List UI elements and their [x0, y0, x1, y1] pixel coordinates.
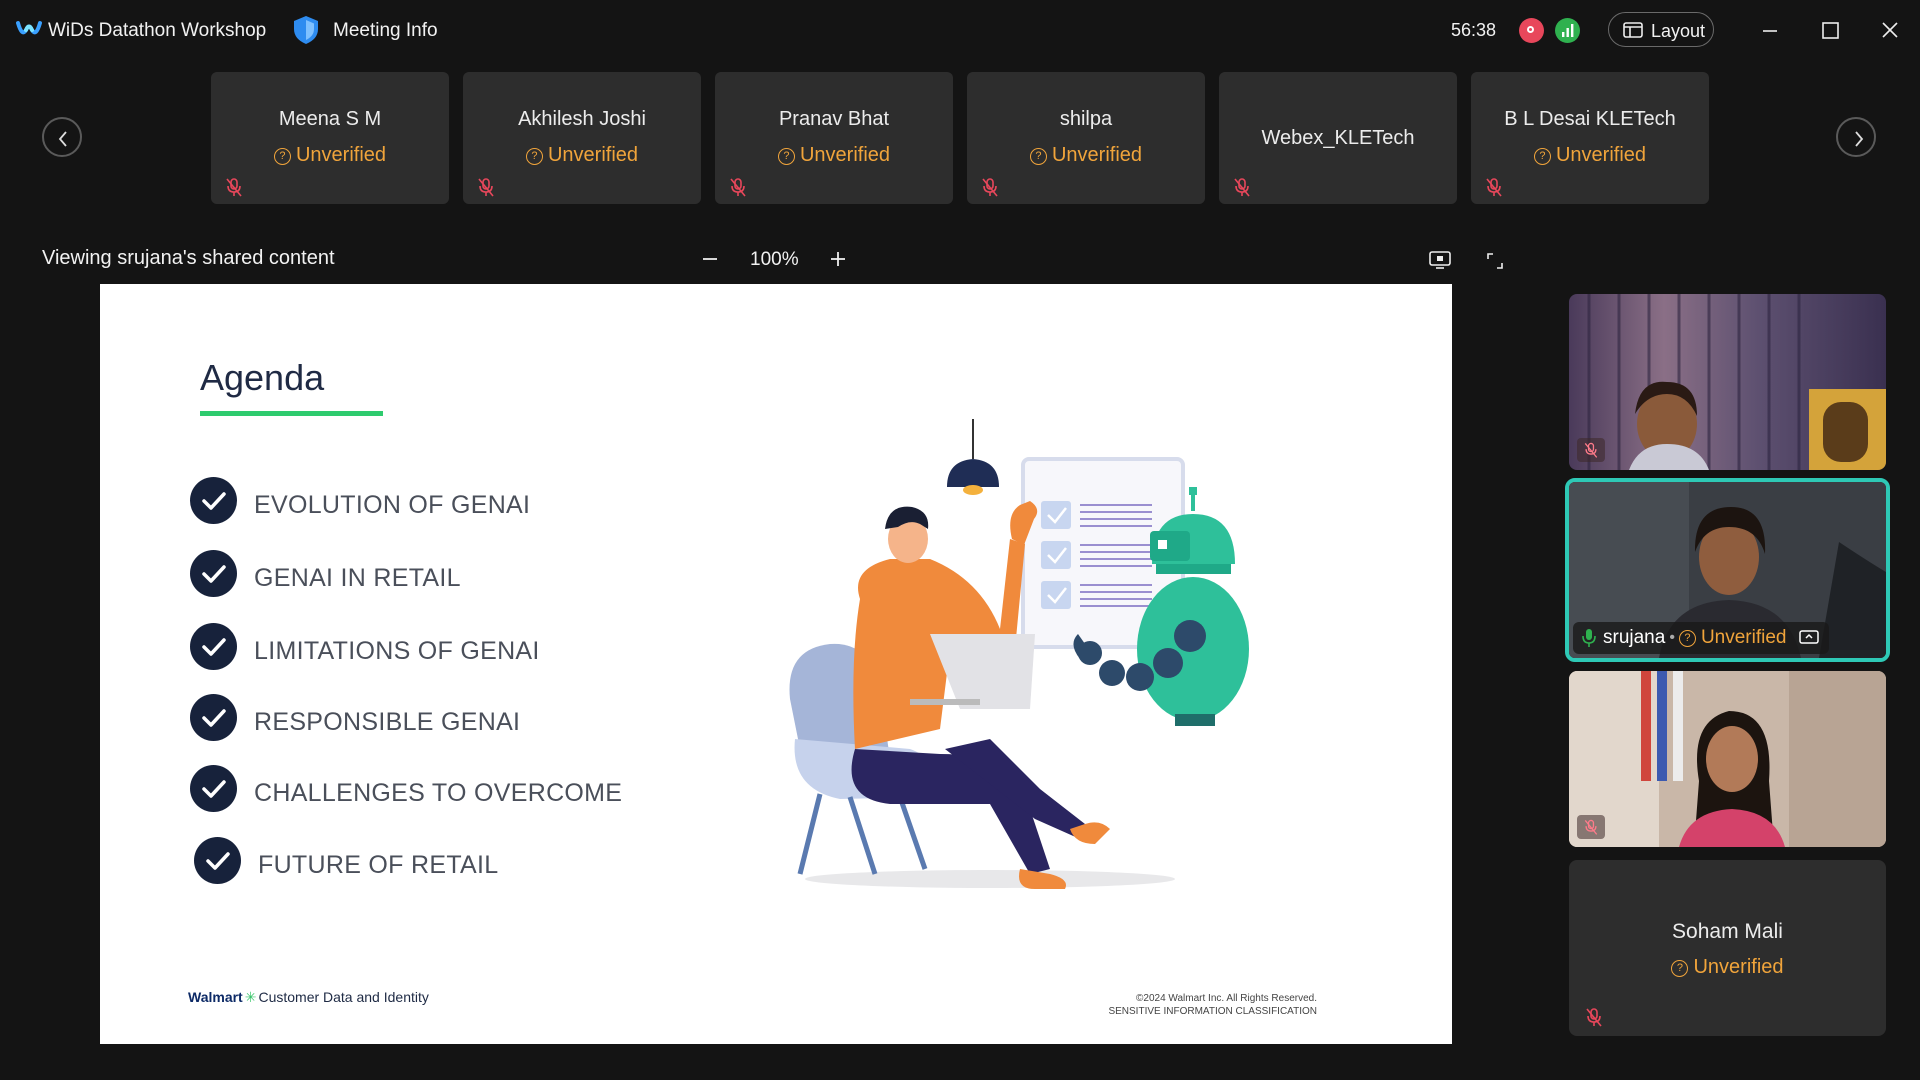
slide-copyright: ©2024 Walmart Inc. All Rights Reserved. … — [1108, 993, 1317, 1017]
agenda-item-text: GENAI IN RETAIL — [254, 564, 461, 592]
mic-muted-icon — [982, 178, 998, 197]
question-circle-icon: ? — [1671, 960, 1689, 977]
checkmark-icon — [190, 765, 237, 812]
shield-icon[interactable] — [292, 15, 320, 45]
unverified-badge: ? Unverified — [463, 144, 701, 167]
mic-muted-icon — [730, 178, 746, 197]
checkmark-icon — [194, 837, 241, 884]
meeting-timer: 56:38 — [1451, 20, 1497, 40]
agenda-item-text: EVOLUTION OF GENAI — [254, 491, 531, 519]
webex-logo-icon — [16, 21, 42, 35]
zoom-level: 100% — [750, 249, 799, 270]
participant-video[interactable] — [1569, 671, 1886, 847]
slide-title: Agenda — [200, 357, 325, 398]
participant-tile[interactable]: Soham Mali ? Unverified — [1569, 860, 1886, 1036]
fullscreen-icon[interactable] — [1484, 250, 1506, 272]
question-circle-icon: ? — [1533, 148, 1551, 165]
participant-name: Pranav Bhat — [778, 108, 890, 130]
mic-muted-icon — [1577, 815, 1605, 839]
speaker-status: Unverified — [1700, 627, 1787, 648]
participant-card[interactable]: Webex_KLETech — [1219, 72, 1457, 204]
unverified-badge: ? Unverified — [1471, 144, 1709, 167]
participant-name: Akhilesh Joshi — [518, 108, 646, 130]
participant-card[interactable]: Akhilesh Joshi ? Unverified — [463, 72, 701, 204]
participant-name: shilpa — [1059, 108, 1113, 130]
agenda-item-text: FUTURE OF RETAIL — [258, 851, 499, 879]
mic-muted-icon — [1586, 1008, 1602, 1027]
shared-content-label: Viewing srujana's shared content — [42, 247, 335, 269]
sharing-screen-icon — [1799, 630, 1819, 644]
chevron-left-icon — [58, 131, 67, 147]
unverified-badge: ? Unverified — [1569, 956, 1886, 979]
title-underline — [200, 411, 383, 416]
question-circle-icon: ? — [273, 148, 291, 165]
agenda-item-text: RESPONSIBLE GENAI — [254, 708, 521, 736]
question-circle-icon: ? — [1678, 629, 1696, 647]
mic-muted-icon — [226, 178, 242, 197]
checkmark-icon — [190, 477, 237, 524]
strip-next-button[interactable] — [1836, 117, 1876, 157]
close-icon[interactable] — [1876, 16, 1904, 44]
layout-label: Layout — [1651, 21, 1706, 41]
active-speaker-video[interactable]: srujana •? Unverified — [1565, 478, 1890, 662]
shared-slide: Agenda EVOLUTION OF GENAI GENAI IN RETAI… — [100, 284, 1452, 1044]
walmart-spark-icon: ✳ — [244, 989, 257, 1005]
unverified-badge: ? Unverified — [211, 144, 449, 167]
checkmark-icon — [190, 623, 237, 670]
strip-prev-button[interactable] — [42, 117, 82, 157]
title-bar: WiDs Datathon Workshop Meeting Info 56:3… — [0, 0, 1920, 62]
meeting-title: WiDs Datathon Workshop — [48, 20, 267, 41]
participant-name: Soham Mali — [1672, 920, 1783, 943]
person-and-robot-illustration — [789, 419, 1249, 889]
question-circle-icon: ? — [1029, 148, 1047, 165]
screen-share-options-icon[interactable] — [1428, 249, 1452, 271]
mic-muted-icon — [1486, 178, 1502, 197]
network-health-icon[interactable] — [1555, 18, 1580, 43]
question-circle-icon: ? — [777, 148, 795, 165]
checkmark-icon — [190, 694, 237, 741]
participant-name: Webex_KLETech — [1261, 127, 1415, 149]
video-feed — [1569, 294, 1886, 470]
participant-card[interactable]: shilpa ? Unverified — [967, 72, 1205, 204]
participant-name: Meena S M — [278, 108, 382, 130]
participant-card[interactable]: Meena S M ? Unverified — [211, 72, 449, 204]
recording-icon[interactable] — [1519, 18, 1544, 43]
question-circle-icon: ? — [525, 148, 543, 165]
participant-card[interactable]: B L Desai KLETech ? Unverified — [1471, 72, 1709, 204]
unverified-badge: ? Unverified — [715, 144, 953, 167]
webex-window: WiDs Datathon Workshop Meeting Info 56:3… — [0, 0, 1920, 1080]
agenda-item-text: LIMITATIONS OF GENAI — [254, 637, 540, 665]
mic-muted-icon — [1577, 438, 1605, 462]
video-feed — [1569, 671, 1886, 847]
active-speaker-name-bar: srujana •? Unverified — [1573, 622, 1829, 654]
zoom-in-icon[interactable] — [828, 249, 848, 269]
layout-icon — [1623, 22, 1643, 38]
agenda-item-text: CHALLENGES TO OVERCOME — [254, 779, 623, 807]
layout-button[interactable]: Layout — [1608, 12, 1714, 47]
chevron-right-icon — [1855, 131, 1864, 147]
zoom-out-icon[interactable] — [700, 249, 720, 269]
unverified-badge: ? Unverified — [967, 144, 1205, 167]
mic-muted-icon — [478, 178, 494, 197]
speaker-name: srujana — [1603, 627, 1666, 648]
slide-footer-brand: Walmart ✳ Customer Data and Identity — [188, 989, 429, 1005]
participant-name: B L Desai KLETech — [1504, 108, 1676, 130]
participant-card[interactable]: Pranav Bhat ? Unverified — [715, 72, 953, 204]
checkmark-icon — [190, 550, 237, 597]
meeting-info-button[interactable]: Meeting Info — [333, 20, 438, 42]
mic-muted-icon — [1234, 178, 1250, 197]
participant-video[interactable] — [1569, 294, 1886, 470]
minimize-icon[interactable] — [1756, 16, 1784, 44]
mic-active-icon — [1582, 629, 1596, 647]
maximize-icon[interactable] — [1816, 16, 1844, 44]
